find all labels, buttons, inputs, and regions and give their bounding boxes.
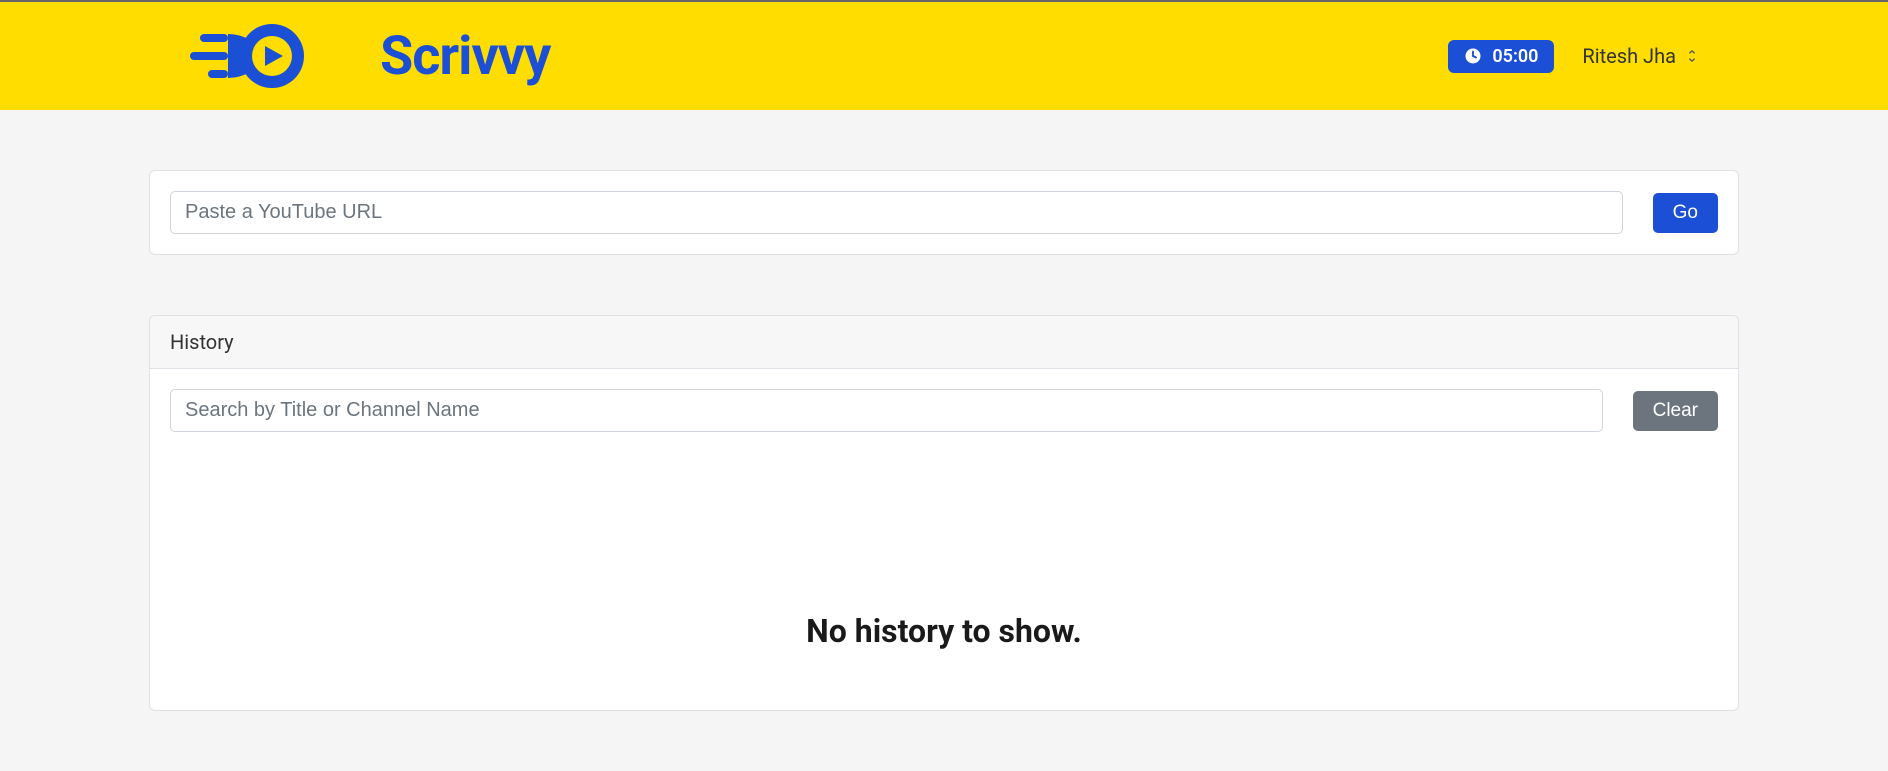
user-menu[interactable]: Ritesh Jha (1582, 44, 1698, 68)
brand-logo-icon (190, 20, 360, 92)
history-search-row: Clear (170, 389, 1718, 432)
history-card-body: Clear No history to show. (150, 369, 1738, 710)
history-card: History Clear No history to show. (149, 315, 1739, 711)
brand-text: Scrivvy (380, 25, 550, 88)
url-card: Go (149, 170, 1739, 255)
history-card-header: History (150, 316, 1738, 369)
timer-badge[interactable]: 05:00 (1448, 40, 1554, 73)
header-right: 05:00 Ritesh Jha (1448, 40, 1698, 73)
url-row: Go (170, 191, 1718, 234)
clear-button[interactable]: Clear (1633, 391, 1718, 431)
history-search-input[interactable] (170, 389, 1603, 432)
history-empty-message: No history to show. (170, 432, 1718, 690)
timer-value: 05:00 (1492, 46, 1538, 67)
header: Scrivvy 05:00 Ritesh Jha (0, 2, 1888, 110)
go-button[interactable]: Go (1653, 193, 1718, 233)
history-title: History (170, 330, 234, 354)
user-name: Ritesh Jha (1582, 44, 1676, 68)
chevron-updown-icon (1686, 49, 1698, 63)
clock-icon (1464, 47, 1482, 65)
logo-section[interactable]: Scrivvy (190, 20, 550, 92)
url-input[interactable] (170, 191, 1623, 234)
main-content: Go History Clear No history to show. (149, 110, 1739, 711)
